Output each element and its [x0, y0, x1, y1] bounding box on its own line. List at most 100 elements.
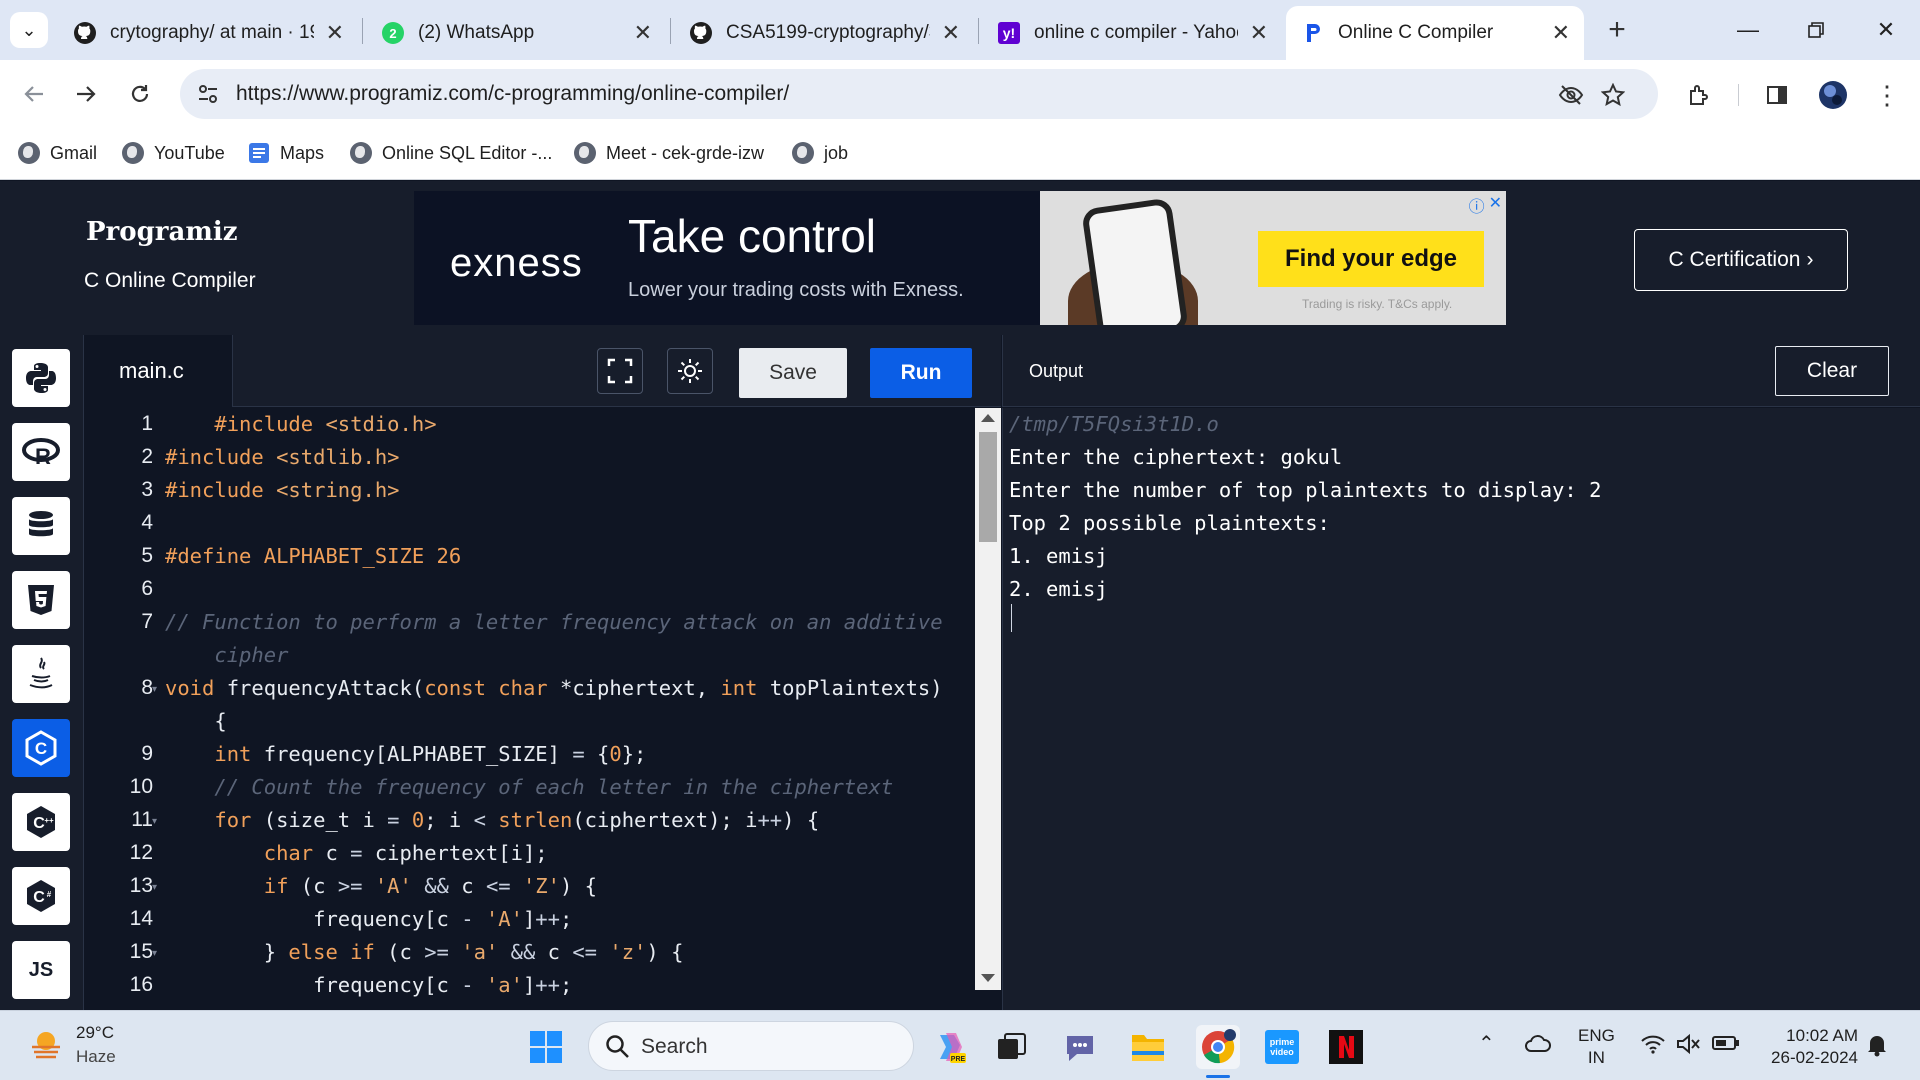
prime-video-icon[interactable]: prime video [1262, 1027, 1302, 1067]
bookmark-online-sql-editor[interactable]: Online SQL Editor -... [350, 138, 552, 168]
weather-temperature[interactable]: 29°C [76, 1023, 114, 1043]
advertisement-banner[interactable]: exness Take control Lower your trading c… [414, 191, 1506, 325]
haze-weather-icon[interactable] [28, 1027, 64, 1063]
code-line[interactable]: void frequencyAttack(const char *ciphert… [165, 676, 943, 700]
close-icon[interactable]: ✕ [634, 20, 652, 46]
sql-database-icon[interactable] [12, 497, 70, 555]
tab-github-cryptography[interactable]: crytography/ at main · 19 ✕ [58, 6, 358, 60]
editor-scrollbar[interactable] [975, 408, 1001, 990]
tab-whatsapp[interactable]: 2 (2) WhatsApp ✕ [366, 6, 666, 60]
code-line[interactable]: if (c >= 'A' && c <= 'Z') { [165, 874, 597, 898]
fold-toggle-icon[interactable]: ▾ [152, 948, 157, 959]
close-icon[interactable]: ✕ [326, 20, 344, 46]
windows-start-icon[interactable] [526, 1027, 566, 1067]
taskbar-search[interactable]: Search [588, 1021, 914, 1071]
close-icon[interactable]: ✕ [1552, 20, 1570, 46]
code-line[interactable]: frequency[c - 'A']++; [165, 907, 572, 931]
more-menu-icon[interactable]: ⋮ [1872, 80, 1902, 110]
code-line[interactable]: #include <stdio.h> [165, 412, 436, 436]
copilot-icon[interactable]: PRE [930, 1027, 970, 1067]
code-line[interactable]: for (size_t i = 0; i < strlen(ciphertext… [165, 808, 819, 832]
tab-github-csa5199[interactable]: CSA5199-cryptography/3 ✕ [674, 6, 974, 60]
code-line-wrap[interactable]: cipher [165, 643, 288, 667]
scroll-down-arrow-icon[interactable] [981, 974, 995, 982]
fold-toggle-icon[interactable]: ▾ [152, 882, 157, 893]
eye-off-icon[interactable] [1558, 82, 1584, 108]
code-line[interactable]: } else if (c >= 'a' && c <= 'z') { [165, 940, 684, 964]
site-settings-icon[interactable] [196, 82, 220, 106]
close-icon[interactable]: ✕ [942, 20, 960, 46]
minimize-button[interactable]: — [1718, 8, 1778, 52]
fullscreen-button[interactable] [597, 348, 643, 394]
onedrive-cloud-icon[interactable] [1524, 1033, 1552, 1059]
scroll-up-arrow-icon[interactable] [981, 414, 995, 422]
code-line-wrap[interactable]: { [165, 709, 226, 733]
task-view-icon[interactable] [992, 1027, 1032, 1067]
code-line[interactable]: #include <string.h> [165, 478, 400, 502]
html5-icon[interactable] [12, 571, 70, 629]
tab-yahoo-search[interactable]: y! online c compiler - Yahoo ✕ [982, 6, 1282, 60]
teams-chat-icon[interactable] [1060, 1027, 1100, 1067]
code-line[interactable]: // Function to perform a letter frequenc… [165, 610, 943, 634]
ad-cta-button[interactable]: Find your edge [1258, 231, 1484, 287]
tab-online-c-compiler[interactable]: Online C Compiler ✕ [1286, 6, 1584, 60]
chevron-up-icon[interactable]: ⌃ [1478, 1033, 1495, 1055]
bookmark-meet[interactable]: Meet - cek-grde-izw [574, 138, 764, 168]
bookmark-job[interactable]: job [792, 138, 848, 168]
notification-bell-icon[interactable] [1866, 1033, 1888, 1063]
wifi-icon[interactable] [1640, 1033, 1666, 1061]
profile-avatar[interactable] [1818, 80, 1848, 110]
programiz-logo[interactable]: Programiz [86, 217, 237, 247]
clock[interactable]: 10:02 AM 26-02-2024 [1758, 1025, 1858, 1069]
r-language-icon[interactable]: R [12, 423, 70, 481]
battery-icon[interactable] [1712, 1035, 1740, 1057]
reload-button[interactable] [118, 72, 162, 116]
fold-toggle-icon[interactable]: ▾ [152, 816, 157, 827]
file-explorer-icon[interactable] [1128, 1027, 1168, 1067]
scrollbar-thumb[interactable] [979, 432, 997, 542]
new-tab-button[interactable]: + [1597, 10, 1637, 50]
javascript-icon[interactable]: JS [12, 941, 70, 999]
close-icon[interactable]: ✕ [1250, 20, 1268, 46]
output-console[interactable]: /tmp/T5FQsi3t1D.o Enter the ciphertext: … [1002, 408, 1920, 1010]
tab-search-button[interactable]: ⌄ [10, 12, 48, 48]
bookmark-youtube[interactable]: YouTube [122, 138, 225, 168]
netflix-icon[interactable] [1326, 1027, 1366, 1067]
forward-button[interactable] [64, 72, 108, 116]
cpp-language-icon[interactable]: C ++ [12, 793, 70, 851]
input-language-indicator[interactable]: ENG IN [1578, 1025, 1615, 1069]
url-text[interactable]: https://www.programiz.com/c-programming/… [236, 82, 789, 106]
fold-toggle-icon[interactable]: ▾ [152, 684, 157, 695]
certification-button[interactable]: C Certification › [1634, 229, 1848, 291]
back-button[interactable] [12, 72, 56, 116]
bookmark-star-icon[interactable] [1600, 82, 1626, 108]
close-icon[interactable]: ✕ [1489, 193, 1502, 217]
code-line[interactable]: frequency[c - 'a']++; [165, 973, 572, 997]
code-line[interactable]: int frequency[ALPHABET_SIZE] = {0}; [165, 742, 646, 766]
code-line[interactable]: char c = ciphertext[i]; [165, 841, 548, 865]
address-bar[interactable]: https://www.programiz.com/c-programming/… [180, 69, 1658, 119]
python-icon[interactable] [12, 349, 70, 407]
code-line[interactable]: #include <stdlib.h> [165, 445, 400, 469]
restore-button[interactable] [1786, 8, 1846, 52]
weather-description[interactable]: Haze [76, 1047, 116, 1067]
close-window-button[interactable]: ✕ [1856, 8, 1916, 52]
extensions-icon[interactable] [1684, 80, 1714, 110]
save-button[interactable]: Save [739, 348, 847, 398]
bookmark-maps[interactable]: Maps [248, 138, 324, 168]
c-language-icon[interactable]: C [12, 719, 70, 777]
speaker-muted-icon[interactable] [1676, 1033, 1702, 1061]
side-panel-icon[interactable] [1762, 80, 1792, 110]
chrome-taskbar-icon[interactable] [1196, 1025, 1240, 1069]
theme-toggle-button[interactable] [667, 348, 713, 394]
code-editor[interactable]: 1 2 3 4 5 6 7 8 ▾ 9 10 11 ▾ 12 13 ▾ 14 15 ▾ 16 #include <st… [85, 408, 1001, 1010]
code-line[interactable]: // Count the frequency of each letter in… [165, 775, 893, 799]
java-icon[interactable] [12, 645, 70, 703]
bookmark-gmail[interactable]: Gmail [18, 138, 97, 168]
run-button[interactable]: Run [870, 348, 972, 398]
csharp-language-icon[interactable]: C # [12, 867, 70, 925]
clear-button[interactable]: Clear [1775, 346, 1889, 396]
file-tab-main-c[interactable]: main.c [85, 335, 233, 407]
code-line[interactable]: #define ALPHABET_SIZE 26 [165, 544, 461, 568]
info-icon[interactable]: ⓘ [1469, 193, 1485, 217]
